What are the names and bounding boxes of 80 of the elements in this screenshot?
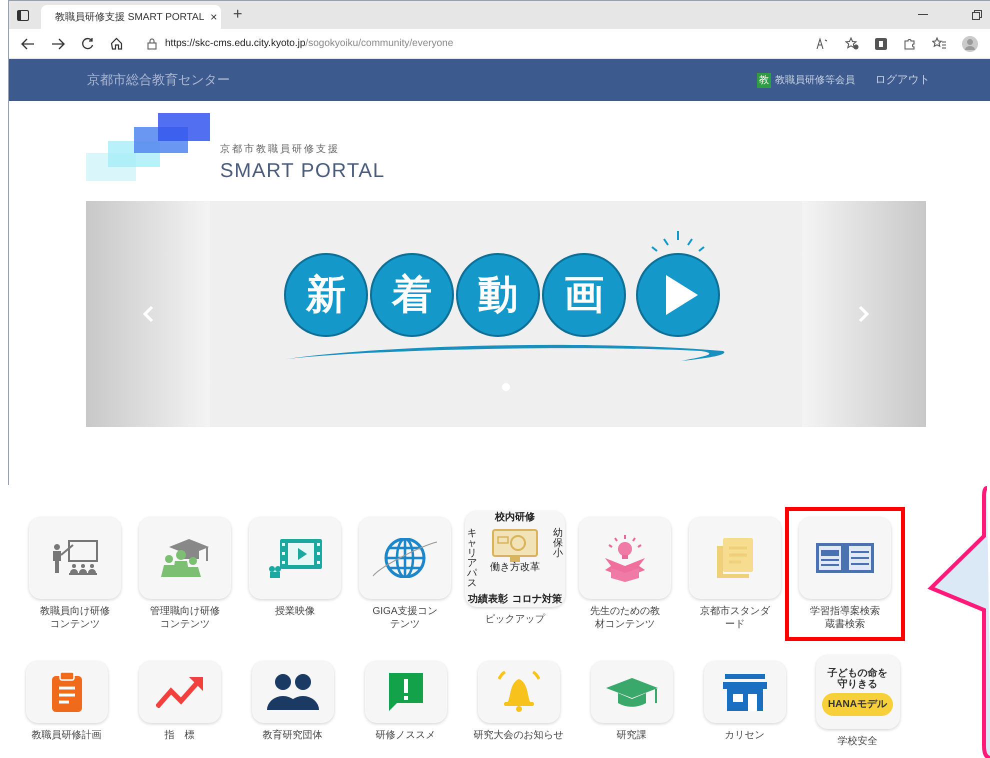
menu-tile[interactable] [26,661,108,723]
favorite-add-icon[interactable] [845,37,859,50]
menu-label[interactable]: 研究課 [616,729,646,742]
profile-avatar-icon[interactable] [962,36,978,52]
menu-label[interactable]: ピックアップ [485,613,545,626]
new-tab-button[interactable]: + [233,3,242,27]
lock-icon[interactable] [147,38,157,50]
logo-name: SMART PORTAL [220,161,386,181]
menu-label[interactable]: 教職員向け研修コンテンツ [40,605,110,631]
extension-icon[interactable] [875,38,887,50]
menu-label[interactable]: 教育研究団体 [262,729,322,742]
menu-tile[interactable] [579,517,671,599]
address-field[interactable]: https://skc-cms.edu.city.kyoto.jp/sogokyoiku/community/everyone [165,36,454,51]
menu-label[interactable]: 指 標 [164,729,194,742]
member-label[interactable]: 教職員研修等会員 [775,72,855,88]
menu-label[interactable]: 先生のための教材コンテンツ [590,605,660,631]
menu-tile[interactable] [252,661,334,723]
book-icon [816,543,874,573]
read-aloud-icon[interactable] [815,38,829,50]
menu-tile[interactable]: 子どもの命を守りきる HANAモデル [816,655,900,729]
graduation-icon [160,538,210,578]
document-icon [716,537,754,579]
lecture-icon [52,540,98,576]
tile-caption: キャリアパス [467,529,477,589]
menu-tile[interactable] [478,661,560,723]
globe-icon [372,538,438,578]
forward-icon[interactable] [51,38,65,50]
restore-icon[interactable] [972,10,982,20]
menu-label[interactable]: 学校安全 [838,735,878,748]
store-icon [722,672,768,712]
menu-label[interactable]: 授業映像 [275,605,315,618]
tab-title: 教職員研修支援 SMART PORTAL [55,10,204,24]
logo-squares-icon [86,113,212,181]
puzzle-icon[interactable] [903,37,916,50]
tile-caption: コロナ対策 [512,595,562,605]
browser-tab[interactable]: 教職員研修支援 SMART PORTAL × [41,5,221,29]
menu-label[interactable]: GIGA支援コンテンツ [370,605,440,631]
member-badge: 教 [757,72,771,88]
menu-tile[interactable] [249,517,341,599]
menu-label[interactable]: 管理職向け研修コンテンツ [150,605,220,631]
menu-label[interactable]: 京都市スタンダード [700,605,770,631]
menu-tile[interactable] [799,517,891,599]
menu-label[interactable]: 学習指導案検索蔵書検索 [810,605,880,631]
alert-bubble-icon [388,672,424,712]
tile-caption: 子どもの命を守りきる [828,668,888,690]
menu-tile[interactable] [590,661,672,723]
logout-link[interactable]: ログアウト [875,72,930,88]
tile-caption: 功績表彰 [468,595,508,605]
people-icon [266,673,320,711]
clipboard-icon [50,671,82,713]
bell-icon [498,671,540,713]
menu-tile[interactable] [689,517,781,599]
lightbulb-gift-icon [604,534,646,582]
favorites-icon[interactable] [932,37,946,50]
menu-tile[interactable] [29,517,121,599]
back-icon[interactable] [21,38,35,50]
menu-tile[interactable] [359,517,451,599]
menu-label[interactable]: カリセン [724,729,764,742]
monitor-icon [492,529,538,563]
minimize-icon[interactable] [918,14,928,16]
trend-arrow-icon [156,676,204,708]
hana-model-badge: HANAモデル [822,693,893,716]
menu-label[interactable]: 研修ノススメ [376,729,436,742]
menu-tile[interactable] [139,517,231,599]
menu-tile[interactable] [138,661,220,723]
graduation-cap-icon [604,676,658,708]
menu-tile[interactable] [704,661,786,723]
video-icon [268,538,322,578]
tile-caption: 校内研修 [495,513,535,523]
menu-label[interactable]: 教職員研修計画 [32,729,102,742]
tile-caption: 幼保小 [553,529,563,559]
reload-icon[interactable] [81,37,94,50]
tile-caption: 働き方改革 [490,563,540,573]
menu-tile[interactable] [364,661,446,723]
tab-list-icon[interactable] [17,10,29,20]
menu-tile[interactable]: 校内研修 キャリアパス 働き方改革 幼保小 功績表彰 コロナ対策 [465,511,565,607]
menu-label[interactable]: 研究大会のお知らせ [474,729,564,742]
home-icon[interactable] [110,37,123,50]
tab-close-button[interactable]: × [210,8,218,26]
logo-tagline: 京都市教職員研修支援 [220,142,341,157]
